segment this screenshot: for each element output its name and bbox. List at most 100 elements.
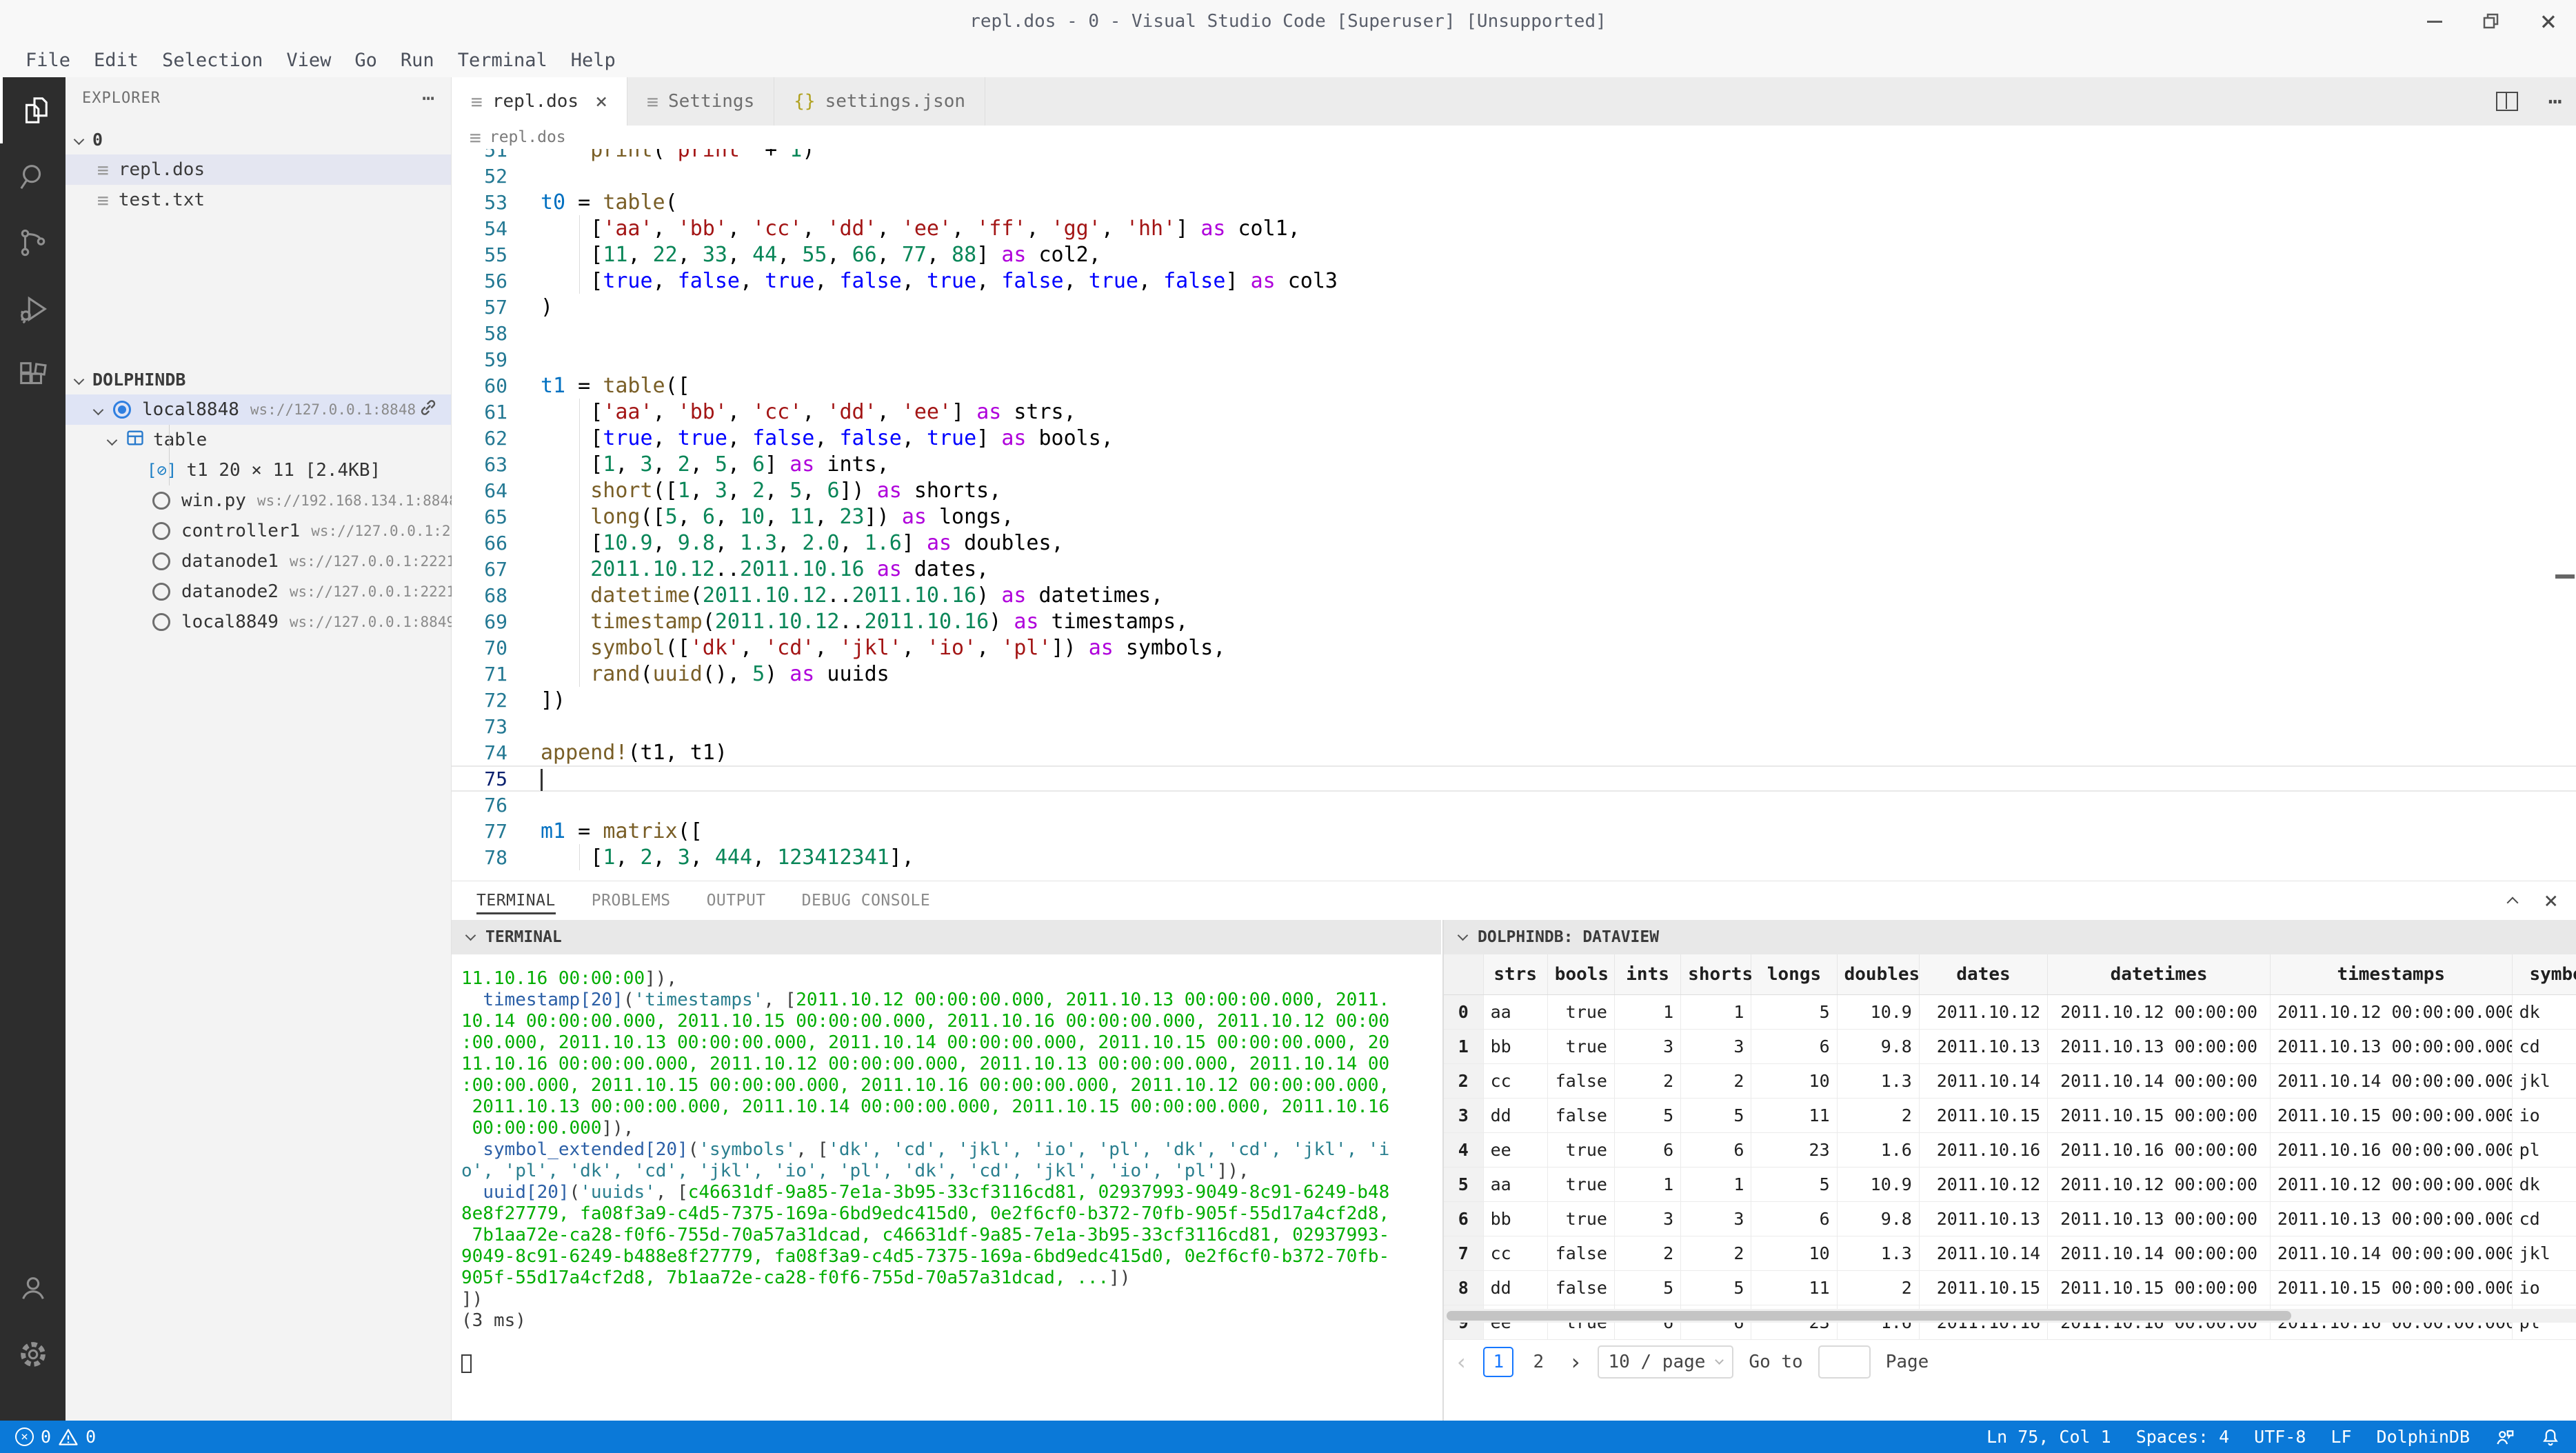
editor-more-actions-icon[interactable]: ⋯ <box>2548 88 2562 115</box>
terminal-output[interactable]: 11.10.16 00:00:00]), timestamp[20]('time… <box>452 954 1441 1374</box>
language-mode-status[interactable]: DolphinDB <box>2377 1427 2470 1447</box>
link-icon[interactable] <box>418 397 439 423</box>
column-header-datetimes[interactable]: datetimes <box>2048 954 2271 994</box>
code-line[interactable]: 77m1 = matrix([ <box>452 818 2576 844</box>
problems-status[interactable]: × 0 0 <box>15 1427 96 1447</box>
column-header-shorts[interactable]: shorts <box>1681 954 1751 994</box>
explorer-icon[interactable] <box>0 77 66 143</box>
tab-settings[interactable]: ≡Settings <box>627 77 774 126</box>
table-row[interactable]: 5aatrue11510.92011.10.122011.10.12 00:00… <box>1444 1167 2576 1201</box>
table-row[interactable]: 2ccfalse22101.32011.10.142011.10.14 00:0… <box>1444 1063 2576 1098</box>
code-line[interactable]: 54 ['aa', 'bb', 'cc', 'dd', 'ee', 'ff', … <box>452 215 2576 241</box>
code-line[interactable]: 62 [true, true, false, false, true] as b… <box>452 425 2576 451</box>
code-line[interactable]: 74append!(t1, t1) <box>452 739 2576 765</box>
code-line[interactable]: 57) <box>452 294 2576 320</box>
extensions-icon[interactable] <box>0 342 66 408</box>
horizontal-scrollbar[interactable] <box>1444 1309 2576 1323</box>
column-header-longs[interactable]: longs <box>1751 954 1837 994</box>
code-line[interactable]: 52 <box>452 163 2576 189</box>
page-size-select[interactable]: 10 / page <box>1598 1345 1734 1379</box>
menu-item-file[interactable]: File <box>14 50 82 71</box>
code-line[interactable]: 71 rand(uuid(), 5) as uuids <box>452 661 2576 687</box>
column-header-bools[interactable]: bools <box>1547 954 1614 994</box>
column-header-doubles[interactable]: doubles <box>1837 954 1919 994</box>
code-line[interactable]: 61 ['aa', 'bb', 'cc', 'dd', 'ee'] as str… <box>452 399 2576 425</box>
menu-item-go[interactable]: Go <box>343 50 389 71</box>
eol-status[interactable]: LF <box>2331 1427 2351 1447</box>
menu-item-help[interactable]: Help <box>559 50 627 71</box>
connection-datanode2[interactable]: datanode2ws://127.0.0.1:22215/ <box>66 577 451 607</box>
code-editor[interactable]: 51 print('print' + 1)5253t0 = table(54 [… <box>452 149 2576 881</box>
tree-group-table[interactable]: table <box>66 425 451 455</box>
code-line[interactable]: 66 [10.9, 9.8, 1.3, 2.0, 1.6] as doubles… <box>452 530 2576 556</box>
terminal-section-header[interactable]: TERMINAL <box>452 920 1441 954</box>
menu-item-selection[interactable]: Selection <box>150 50 274 71</box>
code-line[interactable]: 72]) <box>452 687 2576 713</box>
search-icon[interactable] <box>0 143 66 210</box>
source-control-icon[interactable] <box>0 210 66 276</box>
page-button-2[interactable]: 2 <box>1523 1347 1553 1377</box>
file-item-test.txt[interactable]: ≡test.txt <box>66 185 451 215</box>
code-line[interactable]: 70 symbol(['dk', 'cd', 'jkl', 'io', 'pl'… <box>452 634 2576 661</box>
restore-icon[interactable] <box>2482 12 2500 30</box>
table-row[interactable]: 6bbtrue3369.82011.10.132011.10.13 00:00:… <box>1444 1201 2576 1236</box>
code-line[interactable]: 76 <box>452 792 2576 818</box>
table-row[interactable]: 8ddfalse551122011.10.152011.10.15 00:00:… <box>1444 1270 2576 1305</box>
sidebar-actions-icon[interactable]: ⋯ <box>422 86 434 110</box>
column-header-strs[interactable]: strs <box>1483 954 1547 994</box>
column-header-dates[interactable]: dates <box>1919 954 2047 994</box>
connection-controller1[interactable]: controller1ws://127.0.0.1:22210/ <box>66 516 451 546</box>
split-editor-icon[interactable] <box>2496 92 2518 111</box>
code-line[interactable]: 58 <box>452 320 2576 346</box>
menu-item-view[interactable]: View <box>274 50 343 71</box>
code-line[interactable]: 68 datetime(2011.10.12..2011.10.16) as d… <box>452 582 2576 608</box>
close-window-icon[interactable]: × <box>2540 8 2557 35</box>
code-line[interactable]: 59 <box>452 346 2576 372</box>
cursor-position-status[interactable]: Ln 75, Col 1 <box>1986 1427 2111 1447</box>
settings-gear-icon[interactable] <box>0 1321 66 1387</box>
code-line[interactable]: 60t1 = table([ <box>452 372 2576 399</box>
code-line[interactable]: 64 short([1, 3, 2, 5, 6]) as shorts, <box>452 477 2576 503</box>
panel-maximize-icon[interactable] <box>2506 897 2518 909</box>
terminal-prompt[interactable] <box>461 1353 1441 1374</box>
column-header[interactable] <box>1444 954 1483 994</box>
goto-page-input[interactable] <box>1818 1345 1871 1379</box>
file-item-repl.dos[interactable]: ≡repl.dos <box>66 154 451 185</box>
column-header-symbols[interactable]: symbols <box>2512 954 2576 994</box>
tab-settings-json[interactable]: {}settings.json <box>774 77 985 126</box>
table-row[interactable]: 3ddfalse551122011.10.152011.10.15 00:00:… <box>1444 1098 2576 1132</box>
code-line[interactable]: 67 2011.10.12..2011.10.16 as dates, <box>452 556 2576 582</box>
code-line[interactable]: 65 long([5, 6, 10, 11, 23]) as longs, <box>452 503 2576 530</box>
connection-local8849[interactable]: local8849ws://127.0.0.1:8849 <box>66 607 451 637</box>
breadcrumb[interactable]: ≡ repl.dos <box>452 126 2576 149</box>
feedback-icon[interactable] <box>2495 1427 2515 1447</box>
minimize-icon[interactable] <box>2427 21 2442 23</box>
panel-tab-terminal[interactable]: TERMINAL <box>476 881 556 920</box>
code-line[interactable]: 63 [1, 3, 2, 5, 6] as ints, <box>452 451 2576 477</box>
dataview-section-header[interactable]: DOLPHINDB: DATAVIEW <box>1444 920 2576 954</box>
panel-tab-debug-console[interactable]: DEBUG CONSOLE <box>802 881 931 920</box>
code-line[interactable]: 55 [11, 22, 33, 44, 55, 66, 77, 88] as c… <box>452 241 2576 268</box>
connection-win.py[interactable]: win.pyws://192.168.134.1:8848 <box>66 485 451 516</box>
menu-item-terminal[interactable]: Terminal <box>446 50 559 71</box>
connection-local8848[interactable]: local8848ws://127.0.0.1:8848 <box>66 394 451 425</box>
next-page-icon[interactable]: › <box>1569 1349 1582 1375</box>
code-line[interactable]: 75 <box>452 765 2576 792</box>
section-folder-0[interactable]: 0 <box>66 124 451 154</box>
tab-repl-dos[interactable]: ≡repl.dos× <box>452 77 627 126</box>
code-line[interactable]: 51 print('print' + 1) <box>452 149 2576 163</box>
table-row[interactable]: 0aatrue11510.92011.10.122011.10.12 00:00… <box>1444 994 2576 1029</box>
panel-close-icon[interactable]: × <box>2544 887 2558 914</box>
table-row[interactable]: 7ccfalse22101.32011.10.142011.10.14 00:0… <box>1444 1236 2576 1270</box>
prev-page-icon[interactable]: ‹ <box>1455 1349 1468 1375</box>
code-line[interactable]: 56 [true, false, true, false, true, fals… <box>452 268 2576 294</box>
menu-item-run[interactable]: Run <box>389 50 446 71</box>
code-line[interactable]: 53t0 = table( <box>452 189 2576 215</box>
account-icon[interactable] <box>0 1255 66 1321</box>
connection-datanode1[interactable]: datanode1ws://127.0.0.1:22214/ <box>66 546 451 577</box>
column-header-ints[interactable]: ints <box>1614 954 1680 994</box>
page-button-1[interactable]: 1 <box>1483 1347 1513 1377</box>
code-line[interactable]: 78 [1, 2, 3, 444, 123412341], <box>452 844 2576 870</box>
table-row[interactable]: 4eetrue66231.62011.10.162011.10.16 00:00… <box>1444 1132 2576 1167</box>
column-header-timestamps[interactable]: timestamps <box>2270 954 2512 994</box>
